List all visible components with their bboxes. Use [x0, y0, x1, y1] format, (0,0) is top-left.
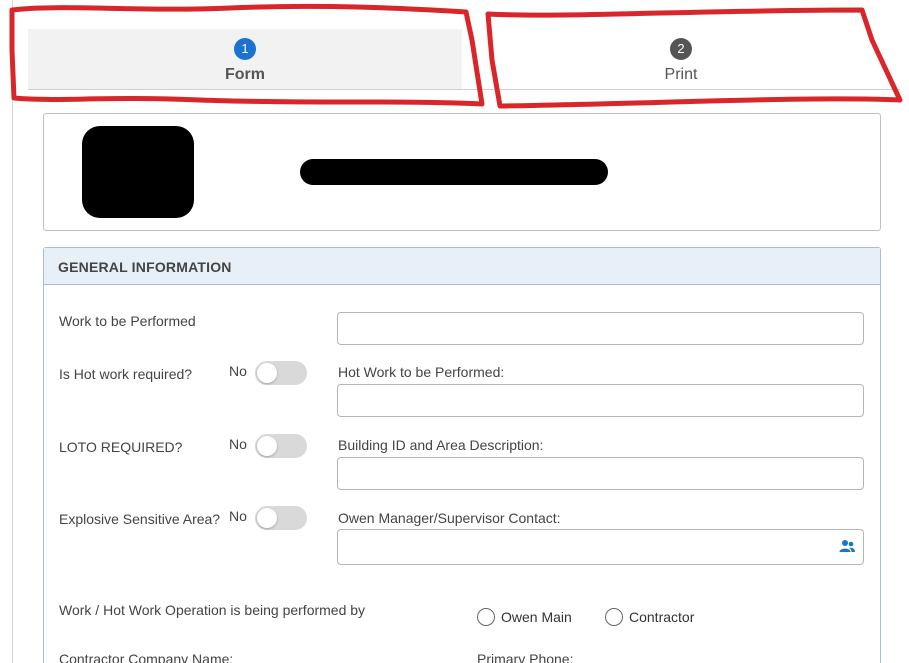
manager-contact-input[interactable] — [337, 529, 864, 565]
hot-work-toggle-state: No — [229, 363, 247, 379]
toggle-knob — [257, 436, 277, 456]
primary-phone-label: Primary Phone: — [477, 651, 574, 663]
explosive-sensitive-label: Explosive Sensitive Area? — [59, 511, 221, 527]
toggle-knob — [257, 508, 277, 528]
building-id-input[interactable] — [337, 457, 864, 490]
wizard-steps: 1 Form 2 Print — [28, 29, 900, 90]
performed-by-label: Work / Hot Work Operation is being perfo… — [59, 602, 366, 618]
work-to-be-performed-label: Work to be Performed — [59, 313, 196, 329]
left-border — [12, 0, 13, 663]
explosive-toggle-state: No — [229, 508, 247, 524]
step-print[interactable]: 2 Print — [462, 29, 900, 89]
company-header-card — [43, 113, 881, 231]
explosive-switch[interactable] — [255, 506, 307, 530]
radio-circle[interactable] — [605, 608, 623, 626]
people-icon[interactable] — [839, 539, 855, 553]
work-to-be-performed-input[interactable] — [337, 312, 864, 345]
hot-work-to-be-performed-label: Hot Work to be Performed: — [338, 364, 505, 380]
loto-required-label: LOTO REQUIRED? — [59, 439, 183, 455]
explosive-sensitive-toggle[interactable]: No — [229, 506, 309, 530]
hot-work-required-label: Is Hot work required? — [59, 366, 193, 382]
step-1-label: Form — [225, 66, 265, 83]
redacted-logo — [82, 126, 194, 218]
general-information-panel: GENERAL INFORMATION — [43, 247, 881, 663]
loto-switch[interactable] — [255, 434, 307, 458]
step-1-number: 1 — [234, 38, 256, 60]
radio-contractor[interactable]: Contractor — [605, 608, 715, 628]
radio-owen-main-label: Owen Main — [501, 609, 572, 625]
radio-owen-main[interactable]: Owen Main — [477, 608, 587, 628]
loto-required-toggle[interactable]: No — [229, 434, 309, 458]
hot-work-required-toggle[interactable]: No — [229, 361, 309, 385]
step-form[interactable]: 1 Form — [28, 29, 462, 89]
hot-work-switch[interactable] — [255, 361, 307, 385]
loto-toggle-state: No — [229, 436, 247, 452]
toggle-knob — [257, 363, 277, 383]
contractor-company-label: Contractor Company Name: — [59, 651, 234, 663]
hot-work-to-be-performed-input[interactable] — [337, 384, 864, 417]
manager-contact-label: Owen Manager/Supervisor Contact: — [338, 510, 561, 526]
step-2-number: 2 — [670, 38, 692, 60]
radio-contractor-label: Contractor — [629, 609, 695, 625]
redacted-title — [300, 159, 608, 185]
panel-title: GENERAL INFORMATION — [44, 248, 880, 285]
radio-circle[interactable] — [477, 608, 495, 626]
step-2-label: Print — [664, 66, 698, 83]
building-id-label: Building ID and Area Description: — [338, 437, 544, 453]
